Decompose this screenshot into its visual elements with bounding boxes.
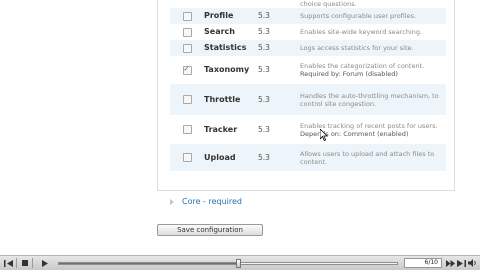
module-description: Handles the auto-throttling mechanism, t… xyxy=(300,84,446,115)
module-name: Tracker xyxy=(204,115,258,144)
module-name: Statistics xyxy=(204,40,258,56)
page-content: choice questions. Profile 5.3 Supports c… xyxy=(0,0,480,255)
table-row: Throttle 5.3 Handles the auto-throttling… xyxy=(170,84,446,115)
table-row: Upload 5.3 Allows users to upload and at… xyxy=(170,144,446,171)
table-row: Tracker 5.3 Enables tracking of recent p… xyxy=(170,115,446,144)
dependency-status: (enabled) xyxy=(377,129,409,138)
module-description: Logs access statistics for your site. xyxy=(300,40,446,56)
module-version: 5.3 xyxy=(258,144,300,171)
video-player-controls: 6/10 xyxy=(0,255,480,270)
module-name: Profile xyxy=(204,8,258,24)
enable-search-checkbox[interactable] xyxy=(182,27,192,37)
table-row: Profile 5.3 Supports configurable user p… xyxy=(170,8,446,24)
dependency-link: Comment xyxy=(343,129,376,138)
enable-throttle-checkbox[interactable] xyxy=(182,95,192,104)
module-description: Enables the categorization of content. xyxy=(300,62,425,70)
module-description: Supports configurable user profiles. xyxy=(300,8,446,24)
module-name: Upload xyxy=(204,144,258,171)
enable-upload-checkbox[interactable] xyxy=(182,153,192,162)
dependency-status: (disabled) xyxy=(365,70,398,78)
module-description: choice questions. xyxy=(300,0,446,8)
enable-profile-checkbox[interactable] xyxy=(182,11,192,21)
slide-counter: 6/10 xyxy=(404,258,442,268)
module-description: Allows users to upload and attach files … xyxy=(300,144,446,171)
triangle-right-icon xyxy=(170,198,174,205)
dependency-link: Forum xyxy=(342,70,364,78)
play-icon[interactable] xyxy=(38,258,51,268)
mouse-pointer-icon xyxy=(320,129,328,141)
required-by-note: Required by: Forum (disabled) xyxy=(300,70,398,78)
module-name: Taxonomy xyxy=(204,56,258,84)
enable-tracker-checkbox[interactable] xyxy=(182,125,192,134)
depends-on-note: Depends on: Comment (enabled) xyxy=(300,129,409,138)
table-row: Taxonomy 5.3 Enables the categorization … xyxy=(170,56,446,84)
table-row: Statistics 5.3 Logs access statistics fo… xyxy=(170,40,446,56)
module-version: 5.3 xyxy=(258,8,300,24)
save-configuration-button[interactable]: Save configuration xyxy=(157,224,263,236)
seek-handle[interactable] xyxy=(235,259,241,268)
table-row: Search 5.3 Enables site-wide keyword sea… xyxy=(170,24,446,40)
module-version: 5.3 xyxy=(258,56,300,84)
module-version: 5.3 xyxy=(258,115,300,144)
core-required-fieldset-toggle[interactable]: Core - required xyxy=(170,197,242,206)
module-name: Search xyxy=(204,24,258,40)
modules-table: choice questions. Profile 5.3 Supports c… xyxy=(170,0,446,171)
module-description: Enables site-wide keyword searching. xyxy=(300,24,446,40)
module-version: 5.3 xyxy=(258,40,300,56)
skip-back-icon[interactable] xyxy=(2,258,15,268)
enable-statistics-checkbox[interactable] xyxy=(182,43,192,53)
seek-progress xyxy=(59,263,239,264)
module-name: Throttle xyxy=(204,84,258,115)
seek-bar[interactable] xyxy=(58,262,398,265)
module-version: 5.3 xyxy=(258,84,300,115)
fieldset-legend: Core - required xyxy=(182,197,243,206)
volume-icon[interactable] xyxy=(466,258,479,268)
enable-taxonomy-checkbox[interactable] xyxy=(182,65,192,75)
table-row: choice questions. xyxy=(170,0,446,8)
module-version: 5.3 xyxy=(258,24,300,40)
stop-icon[interactable] xyxy=(18,258,31,268)
